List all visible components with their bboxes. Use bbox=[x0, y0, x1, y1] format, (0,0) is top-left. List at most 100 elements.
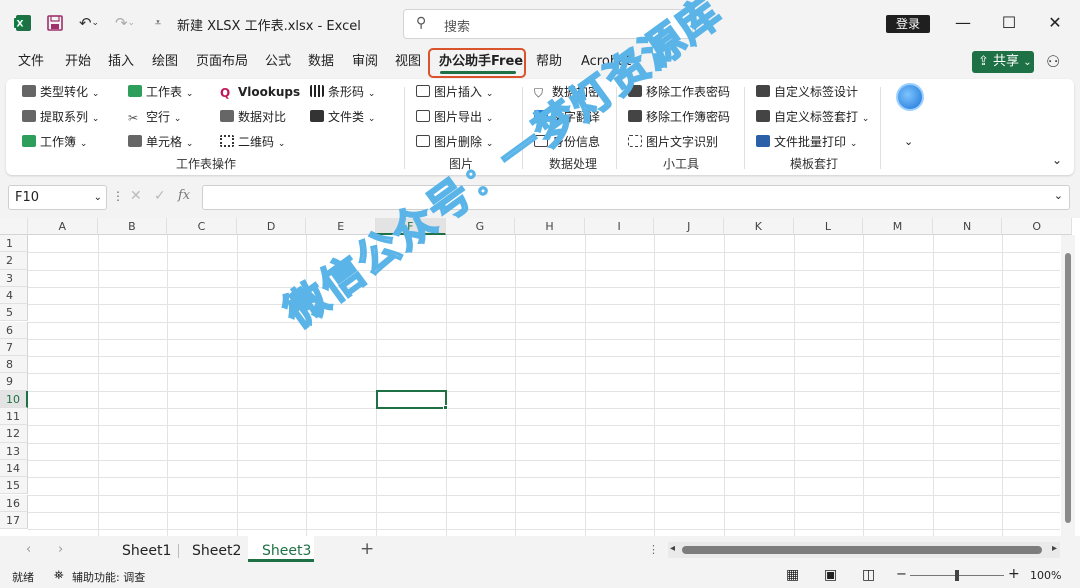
cell-button[interactable]: 单元格 ⌄ bbox=[128, 132, 193, 152]
cancel-icon[interactable]: ✕ bbox=[130, 188, 142, 204]
more-dropdown-icon[interactable]: ⌄ bbox=[904, 135, 913, 148]
add-sheet-icon[interactable]: + bbox=[360, 539, 374, 559]
row-header[interactable]: 5 bbox=[0, 304, 28, 322]
remove-workbook-password-button[interactable]: 移除工作簿密码 bbox=[628, 107, 730, 127]
row-header[interactable]: 11 bbox=[0, 408, 28, 426]
tab-help[interactable]: 帮助 bbox=[536, 48, 562, 76]
zoom-level[interactable]: 100% bbox=[1030, 569, 1061, 582]
prev-sheet-icon[interactable]: ‹ bbox=[26, 542, 31, 557]
tab-page-layout[interactable]: 页面布局 bbox=[196, 48, 248, 76]
row-header[interactable]: 12 bbox=[0, 425, 28, 443]
column-header[interactable]: N bbox=[932, 218, 1003, 235]
enter-icon[interactable]: ✓ bbox=[154, 188, 166, 204]
expand-formula-icon[interactable]: ⌄ bbox=[1054, 189, 1063, 202]
vlookups-button[interactable]: Q Vlookups bbox=[220, 82, 300, 102]
sheet-tab-1[interactable]: Sheet1 bbox=[122, 540, 171, 562]
save-icon[interactable] bbox=[44, 13, 66, 33]
empty-row-button[interactable]: ✂ 空行 ⌄ bbox=[128, 107, 181, 127]
extract-series-button[interactable]: 提取系列 ⌄ bbox=[22, 107, 99, 127]
tab-view[interactable]: 视图 bbox=[395, 48, 421, 76]
column-header[interactable]: L bbox=[793, 218, 864, 235]
row-header[interactable]: 8 bbox=[0, 356, 28, 374]
assistant-orb-icon[interactable] bbox=[896, 83, 924, 111]
column-header[interactable]: A bbox=[28, 218, 98, 235]
page-layout-view-icon[interactable]: ▣ bbox=[824, 567, 837, 583]
vertical-scrollbar[interactable] bbox=[1061, 235, 1075, 536]
sheet-tab-3[interactable]: Sheet3 bbox=[262, 540, 311, 562]
row-header[interactable]: 17 bbox=[0, 511, 28, 530]
row-header[interactable]: 2 bbox=[0, 252, 28, 270]
normal-view-icon[interactable]: ▦ bbox=[786, 567, 799, 583]
scroll-left-icon[interactable]: ◂ bbox=[670, 543, 675, 554]
tab-data[interactable]: 数据 bbox=[308, 48, 334, 76]
scroll-right-icon[interactable]: ▸ bbox=[1052, 543, 1057, 554]
barcode-button[interactable]: 条形码 ⌄ bbox=[310, 82, 375, 102]
horizontal-scrollbar[interactable]: ◂ ▸ bbox=[668, 542, 1060, 558]
select-all-corner[interactable] bbox=[0, 218, 28, 235]
maximize-button[interactable]: ☐ bbox=[994, 10, 1024, 36]
insert-function-icon[interactable]: fx bbox=[178, 188, 190, 203]
column-header[interactable]: M bbox=[863, 218, 933, 235]
workbook-button[interactable]: 工作簿 ⌄ bbox=[22, 132, 87, 152]
fill-handle[interactable] bbox=[443, 405, 448, 410]
column-header[interactable]: B bbox=[97, 218, 168, 235]
name-box[interactable]: F10 ⌄ bbox=[8, 185, 107, 210]
label-print-button[interactable]: 自定义标签套打 ⌄ bbox=[756, 107, 869, 127]
tab-draw[interactable]: 绘图 bbox=[152, 48, 178, 76]
qrcode-button[interactable]: 二维码 ⌄ bbox=[220, 132, 285, 152]
column-header[interactable]: O bbox=[1002, 218, 1072, 235]
image-export-button[interactable]: 图片导出 ⌄ bbox=[416, 107, 493, 127]
undo-icon[interactable]: ↶ ⌄ bbox=[74, 13, 104, 33]
image-insert-button[interactable]: 图片插入 ⌄ bbox=[416, 82, 493, 102]
collapse-ribbon-icon[interactable]: ⌄ bbox=[1052, 153, 1062, 167]
formula-input[interactable]: ⌄ bbox=[202, 185, 1070, 210]
label-design-button[interactable]: 自定义标签设计 bbox=[756, 82, 858, 102]
row-header[interactable]: 15 bbox=[0, 477, 28, 495]
sheet-tab-2[interactable]: Sheet2 bbox=[192, 540, 241, 562]
file-class-button[interactable]: 文件类 ⌄ bbox=[310, 107, 375, 127]
share-button[interactable]: ⇪ 共享 ⌄ bbox=[972, 51, 1034, 73]
more-options-icon[interactable]: ⋮ bbox=[112, 189, 124, 203]
more-sheets-icon[interactable]: ⋮ bbox=[648, 543, 659, 556]
batch-print-button[interactable]: 文件批量打印 ⌄ bbox=[756, 132, 857, 152]
column-header[interactable]: K bbox=[724, 218, 794, 235]
zoom-in-icon[interactable]: + bbox=[1008, 566, 1020, 582]
tab-home[interactable]: 开始 bbox=[65, 48, 91, 76]
redo-icon[interactable]: ↷ ⌄ bbox=[110, 13, 140, 33]
row-header[interactable]: 1 bbox=[0, 235, 28, 253]
column-header[interactable]: J bbox=[654, 218, 724, 235]
row-header[interactable]: 14 bbox=[0, 459, 28, 478]
column-header[interactable]: C bbox=[167, 218, 237, 235]
row-header[interactable]: 4 bbox=[0, 286, 28, 305]
ocr-button[interactable]: 图片文字识别 bbox=[628, 132, 718, 152]
close-button[interactable]: ✕ bbox=[1040, 10, 1070, 36]
page-break-view-icon[interactable]: ◫ bbox=[862, 567, 875, 583]
row-header[interactable]: 3 bbox=[0, 269, 28, 287]
accessibility-status[interactable]: 辅助功能: 调查 bbox=[72, 569, 145, 585]
spreadsheet-grid[interactable]: ABCDEFGHIJKLMNO 1 2 3 4 5 6 7 8 9 10 11 12 13 14 15 16 1… bbox=[0, 218, 1080, 536]
login-button[interactable]: 登录 bbox=[886, 15, 930, 33]
horizontal-scroll-thumb[interactable] bbox=[682, 546, 1042, 554]
tab-formulas[interactable]: 公式 bbox=[265, 48, 291, 76]
row-header[interactable]: 13 bbox=[0, 442, 28, 460]
zoom-out-icon[interactable]: − bbox=[896, 567, 907, 582]
next-sheet-icon[interactable]: › bbox=[58, 542, 63, 557]
row-header[interactable]: 16 bbox=[0, 494, 28, 512]
column-header[interactable]: D bbox=[236, 218, 307, 235]
zoom-slider-thumb[interactable] bbox=[955, 570, 959, 581]
active-cell[interactable] bbox=[376, 390, 447, 409]
column-header[interactable]: I bbox=[584, 218, 655, 235]
type-convert-button[interactable]: 类型转化 ⌄ bbox=[22, 82, 99, 102]
row-header[interactable]: 6 bbox=[0, 321, 28, 339]
customize-toolbar-icon[interactable]: ⩡ bbox=[148, 13, 168, 33]
row-header[interactable]: 9 bbox=[0, 373, 28, 391]
tab-file[interactable]: 文件 bbox=[18, 48, 44, 76]
vertical-scroll-thumb[interactable] bbox=[1065, 253, 1071, 523]
accessibility-icon[interactable]: ⛯ bbox=[54, 568, 64, 583]
minimize-button[interactable]: — bbox=[948, 10, 978, 36]
data-compare-button[interactable]: 数据对比 bbox=[220, 107, 286, 127]
tab-insert[interactable]: 插入 bbox=[108, 48, 134, 76]
tab-review[interactable]: 审阅 bbox=[352, 48, 378, 76]
column-header[interactable]: H bbox=[515, 218, 585, 235]
row-header[interactable]: 7 bbox=[0, 338, 28, 357]
